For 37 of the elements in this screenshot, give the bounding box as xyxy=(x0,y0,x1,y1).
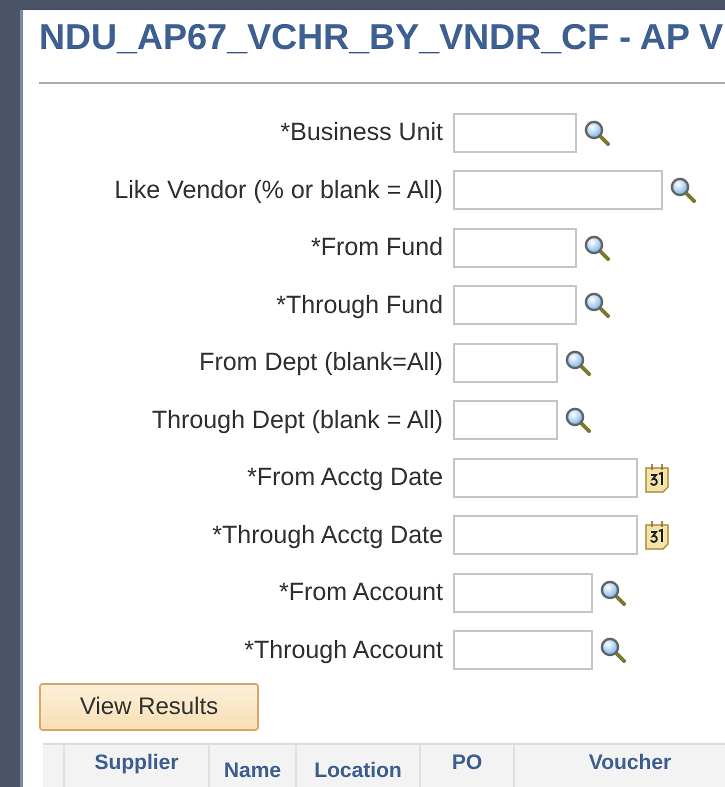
input-field[interactable] xyxy=(453,342,558,383)
input-field[interactable] xyxy=(453,572,593,613)
field-label: *From Account xyxy=(278,578,444,608)
view-results-button[interactable]: View Results xyxy=(39,683,259,731)
page-title: NDU_AP67_VCHR_BY_VNDR_CF - AP V xyxy=(39,15,724,56)
search-icon[interactable] xyxy=(599,578,627,607)
field-label: *Business Unit xyxy=(279,118,444,148)
search-icon[interactable] xyxy=(669,176,697,204)
field-label: From Dept (blank=All) xyxy=(198,348,444,378)
field-label: *From Acctg Date xyxy=(246,463,444,492)
search-icon[interactable] xyxy=(564,406,592,434)
input-field[interactable] xyxy=(453,630,593,670)
field-label: *Through Fund xyxy=(275,290,444,320)
input-field[interactable] xyxy=(453,170,663,210)
field-label: Like Vendor (% or blank = All) xyxy=(113,176,444,205)
column-header: PO xyxy=(452,750,482,775)
input-field[interactable] xyxy=(453,228,577,268)
calendar-icon[interactable] xyxy=(644,520,670,550)
search-icon[interactable] xyxy=(564,348,592,377)
input-field[interactable] xyxy=(453,400,558,440)
search-icon[interactable] xyxy=(583,291,611,320)
search-icon[interactable] xyxy=(583,118,611,147)
column-header: Supplier xyxy=(94,750,178,775)
column-header: Name xyxy=(224,758,282,783)
input-field[interactable] xyxy=(453,515,638,556)
field-label: *From Fund xyxy=(310,233,444,262)
input-field[interactable] xyxy=(453,285,577,326)
search-icon[interactable] xyxy=(583,234,611,262)
column-header: Voucher xyxy=(588,750,672,775)
field-label: *Through Acctg Date xyxy=(211,520,444,550)
field-label: Through Dept (blank = All) xyxy=(150,406,444,435)
column-header: Location xyxy=(314,758,402,783)
field-label: *Through Account xyxy=(243,636,444,665)
search-icon[interactable] xyxy=(599,636,627,664)
calendar-icon[interactable] xyxy=(644,462,670,493)
input-field[interactable] xyxy=(453,112,577,153)
input-field[interactable] xyxy=(453,458,638,498)
